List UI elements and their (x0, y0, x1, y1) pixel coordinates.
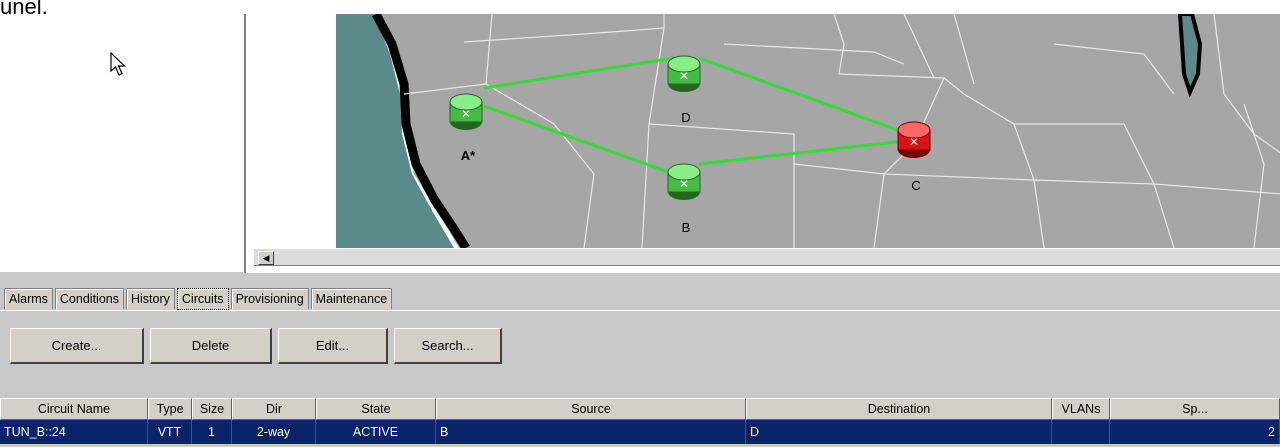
tab-conditions[interactable]: Conditions (54, 288, 124, 309)
node-b-label: B (682, 220, 691, 235)
node-d[interactable]: ✕ (667, 55, 701, 92)
link-a-d (483, 56, 675, 90)
tab-history[interactable]: History (125, 288, 175, 309)
scroll-left-arrow-icon[interactable]: ◀ (258, 251, 274, 265)
cell-type: VTT (148, 420, 192, 444)
node-a[interactable]: ✕ (449, 93, 483, 130)
cell-destination: D (746, 420, 1052, 444)
node-c[interactable]: ✕ (897, 121, 931, 158)
tab-maintenance[interactable]: Maintenance (310, 288, 393, 309)
cell-vlans (1052, 420, 1110, 444)
link-b-c (698, 138, 915, 166)
cell-dir: 2-way (232, 420, 316, 444)
cell-sp: 2 (1110, 420, 1280, 444)
network-map[interactable]: ✕ ✕ ✕ ✕ A* D B C (252, 14, 1280, 248)
svg-text:✕: ✕ (679, 69, 689, 83)
svg-text:✕: ✕ (679, 177, 689, 191)
col-dir[interactable]: Dir (232, 398, 316, 420)
svg-text:✕: ✕ (909, 135, 919, 149)
col-size[interactable]: Size (192, 398, 232, 420)
tab-alarms[interactable]: Alarms (4, 288, 53, 309)
col-destination[interactable]: Destination (746, 398, 1052, 420)
col-state[interactable]: State (316, 398, 436, 420)
link-a-b (483, 104, 675, 176)
node-d-label: D (681, 110, 690, 125)
cell-state: ACTIVE (316, 420, 436, 444)
tab-circuits[interactable]: Circuits (176, 288, 229, 310)
col-source[interactable]: Source (436, 398, 746, 420)
mouse-pointer-icon (110, 52, 126, 76)
link-d-c (698, 56, 915, 138)
col-sp[interactable]: Sp... (1110, 398, 1280, 420)
lake-michigan (1177, 14, 1203, 98)
edit-button[interactable]: Edit... (278, 328, 388, 364)
node-a-label: A* (461, 148, 476, 163)
node-c-label: C (911, 178, 920, 193)
tab-provisioning[interactable]: Provisioning (230, 288, 309, 309)
cell-circuit-name: TUN_B::24 (0, 420, 148, 444)
cell-size: 1 (192, 420, 232, 444)
cell-source: B (436, 420, 746, 444)
tab-divider (0, 310, 1280, 311)
create-button[interactable]: Create... (10, 328, 144, 364)
col-type[interactable]: Type (148, 398, 192, 420)
col-circuit-name[interactable]: Circuit Name (0, 398, 148, 420)
table-header: Circuit Name Type Size Dir State Source … (0, 398, 1280, 420)
search-button[interactable]: Search... (394, 328, 502, 364)
col-vlans[interactable]: VLANs (1052, 398, 1110, 420)
tab-bar: Alarms Conditions History Circuits Provi… (4, 288, 394, 310)
delete-button[interactable]: Delete (150, 328, 272, 364)
table-row[interactable]: TUN_B::24 VTT 1 2-way ACTIVE B D 2 (0, 420, 1280, 444)
svg-text:✕: ✕ (461, 107, 471, 121)
map-horizontal-scrollbar[interactable]: ◀ (254, 248, 1280, 266)
circuits-table: Circuit Name Type Size Dir State Source … (0, 398, 1280, 444)
node-b[interactable]: ✕ (667, 163, 701, 200)
